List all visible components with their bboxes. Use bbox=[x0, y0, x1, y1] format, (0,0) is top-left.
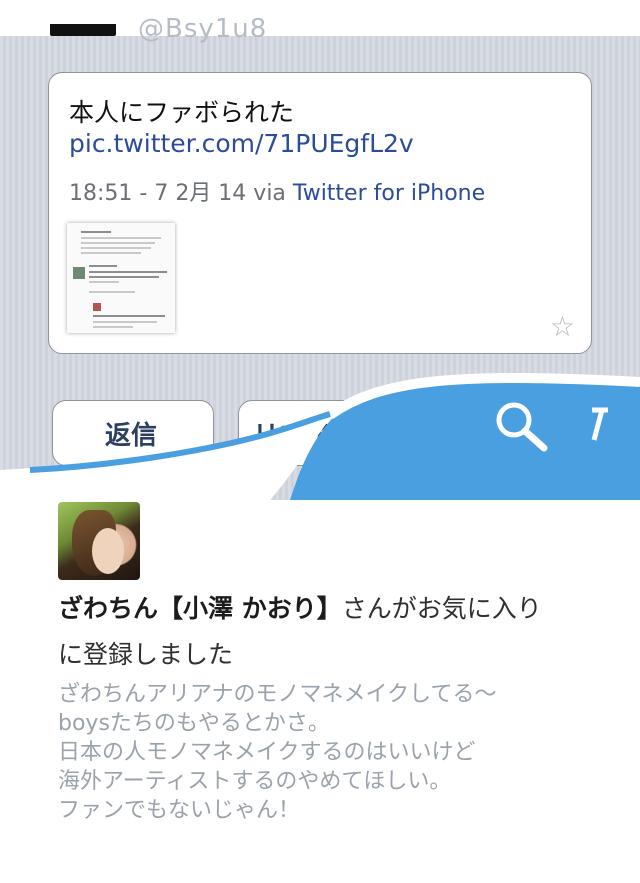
tweet-body-line: ファンでもないじゃん！ bbox=[58, 798, 301, 823]
tweet-body-line: 海外アーティストするのやめてほしい。 bbox=[58, 769, 452, 794]
tweet-body-line: boysたちのもやるとかさ。 bbox=[58, 711, 330, 736]
notification-action-line2: に登録しました bbox=[58, 640, 234, 669]
favorite-notification[interactable]: ざわちん【小澤 かおり】さんがお気に入り に登録しました ざわちんアリアナのモノ… bbox=[0, 490, 640, 883]
tweet-detail-view: @Bsy1u8 本人にファボられた pic.twitter.com/71PUEg… bbox=[0, 0, 640, 500]
tweet-body-line: 日本の人モノマネメイクするのはいいけど bbox=[58, 740, 476, 765]
tweet-body: ざわちんアリアナのモノマネメイクしてる〜 boysたちのもやるとかさ。 日本の人… bbox=[58, 680, 638, 825]
notification-title: ざわちん【小澤 かおり】さんがお気に入り に登録しました bbox=[58, 586, 640, 678]
tweet-body-line: ざわちんアリアナのモノマネメイクしてる〜 bbox=[58, 682, 497, 707]
avatar[interactable] bbox=[58, 502, 140, 580]
blue-overlay bbox=[0, 373, 640, 500]
notification-action-line1: さんがお気に入り bbox=[341, 594, 542, 623]
user-name[interactable]: ざわちん【小澤 かおり】 bbox=[58, 594, 342, 623]
